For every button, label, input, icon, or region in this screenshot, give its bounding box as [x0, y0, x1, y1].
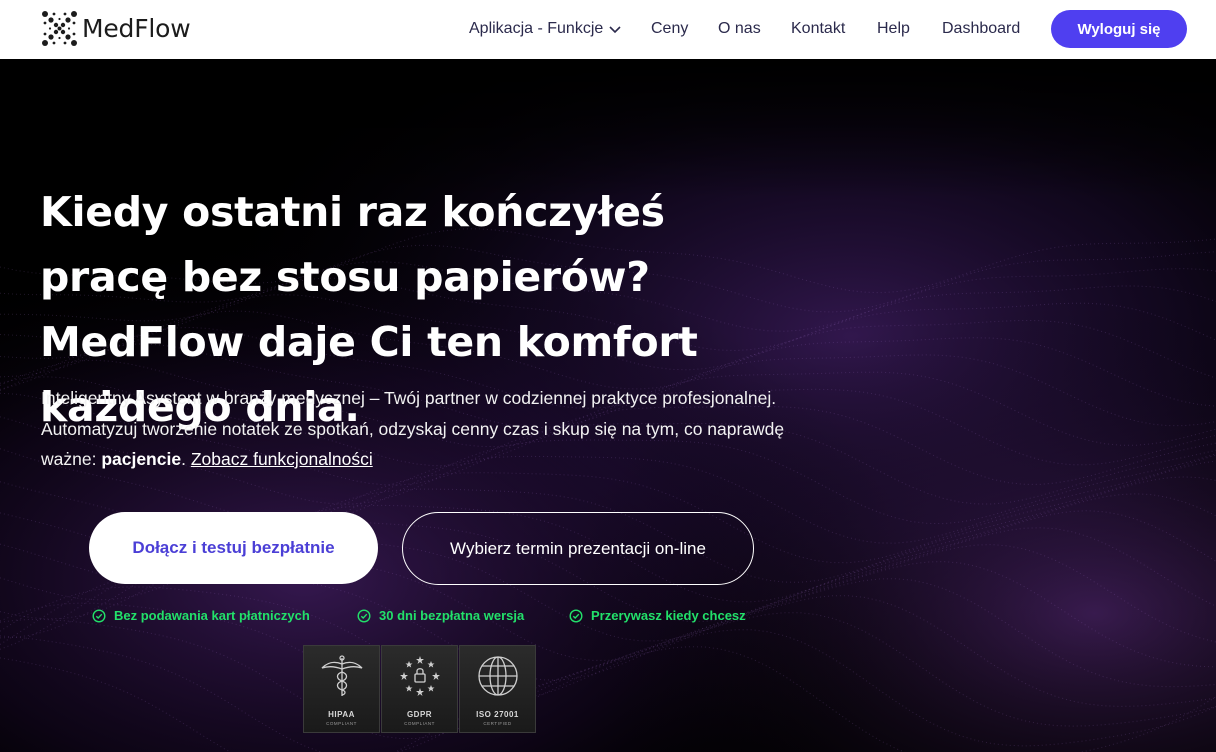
compliance-badges: HIPAA COMPLIANT GDPR COMPLIANT ISO 27001…	[303, 645, 536, 733]
badge-gdpr: GDPR COMPLIANT	[381, 645, 458, 733]
logo-mark-icon	[42, 11, 77, 46]
nav-item-ceny[interactable]: Ceny	[651, 20, 688, 38]
nav-item-kontakt[interactable]: Kontakt	[791, 20, 845, 38]
hero-description-after: .	[181, 449, 191, 469]
hero-description: Inteligentny Asystent w branży medycznej…	[41, 383, 821, 475]
feature-no-card: Bez podawania kart płatniczych	[92, 608, 310, 623]
feature-label: Bez podawania kart płatniczych	[114, 608, 310, 623]
nav-item-help[interactable]: Help	[877, 20, 910, 38]
nav-item-label: Aplikacja - Funkcje	[469, 20, 604, 37]
globe-icon	[478, 656, 518, 696]
feature-30-days: 30 dni bezpłatna wersja	[357, 608, 524, 623]
badge-subtitle: COMPLIANT	[326, 721, 357, 726]
hero-description-bold: pacjencie	[101, 449, 182, 469]
caduceus-icon	[321, 655, 363, 696]
badge-title: GDPR	[406, 710, 433, 719]
badge-hipaa: HIPAA COMPLIANT	[303, 645, 380, 733]
badge-subtitle: COMPLIANT	[404, 721, 435, 726]
nav-item-dashboard[interactable]: Dashboard	[942, 20, 1020, 38]
top-navbar: MedFlow Aplikacja - Funkcje Ceny O nas K…	[0, 0, 1216, 59]
features-link[interactable]: Zobacz funkcjonalności	[191, 449, 373, 469]
badge-subtitle: CERTIFIED	[483, 721, 512, 726]
badge-title: HIPAA	[328, 710, 355, 719]
brand-name: MedFlow	[82, 14, 191, 43]
book-demo-button[interactable]: Wybierz termin prezentacji on-line	[402, 512, 754, 585]
chevron-down-icon	[609, 26, 621, 33]
feature-label: 30 dni bezpłatna wersja	[379, 608, 525, 623]
check-circle-icon	[569, 608, 583, 623]
feature-label: Przerywasz kiedy chcesz	[591, 608, 746, 623]
brand-logo[interactable]: MedFlow	[41, 10, 191, 47]
join-free-trial-button[interactable]: Dołącz i testuj bezpłatnie	[89, 512, 378, 584]
feature-cancel-anytime: Przerywasz kiedy chcesz	[569, 608, 746, 623]
eu-lock-icon	[400, 656, 440, 696]
check-circle-icon	[357, 608, 371, 623]
logout-button[interactable]: Wyloguj się	[1051, 10, 1187, 48]
hero-section: Kiedy ostatni raz kończyłeś pracę bez st…	[0, 59, 1216, 752]
nav-item-aplikacja[interactable]: Aplikacja - Funkcje	[469, 20, 622, 38]
badge-iso: ISO 27001 CERTIFIED	[459, 645, 536, 733]
nav-item-o-nas[interactable]: O nas	[718, 20, 761, 38]
badge-title: ISO 27001	[476, 710, 519, 719]
check-circle-icon	[92, 608, 106, 623]
